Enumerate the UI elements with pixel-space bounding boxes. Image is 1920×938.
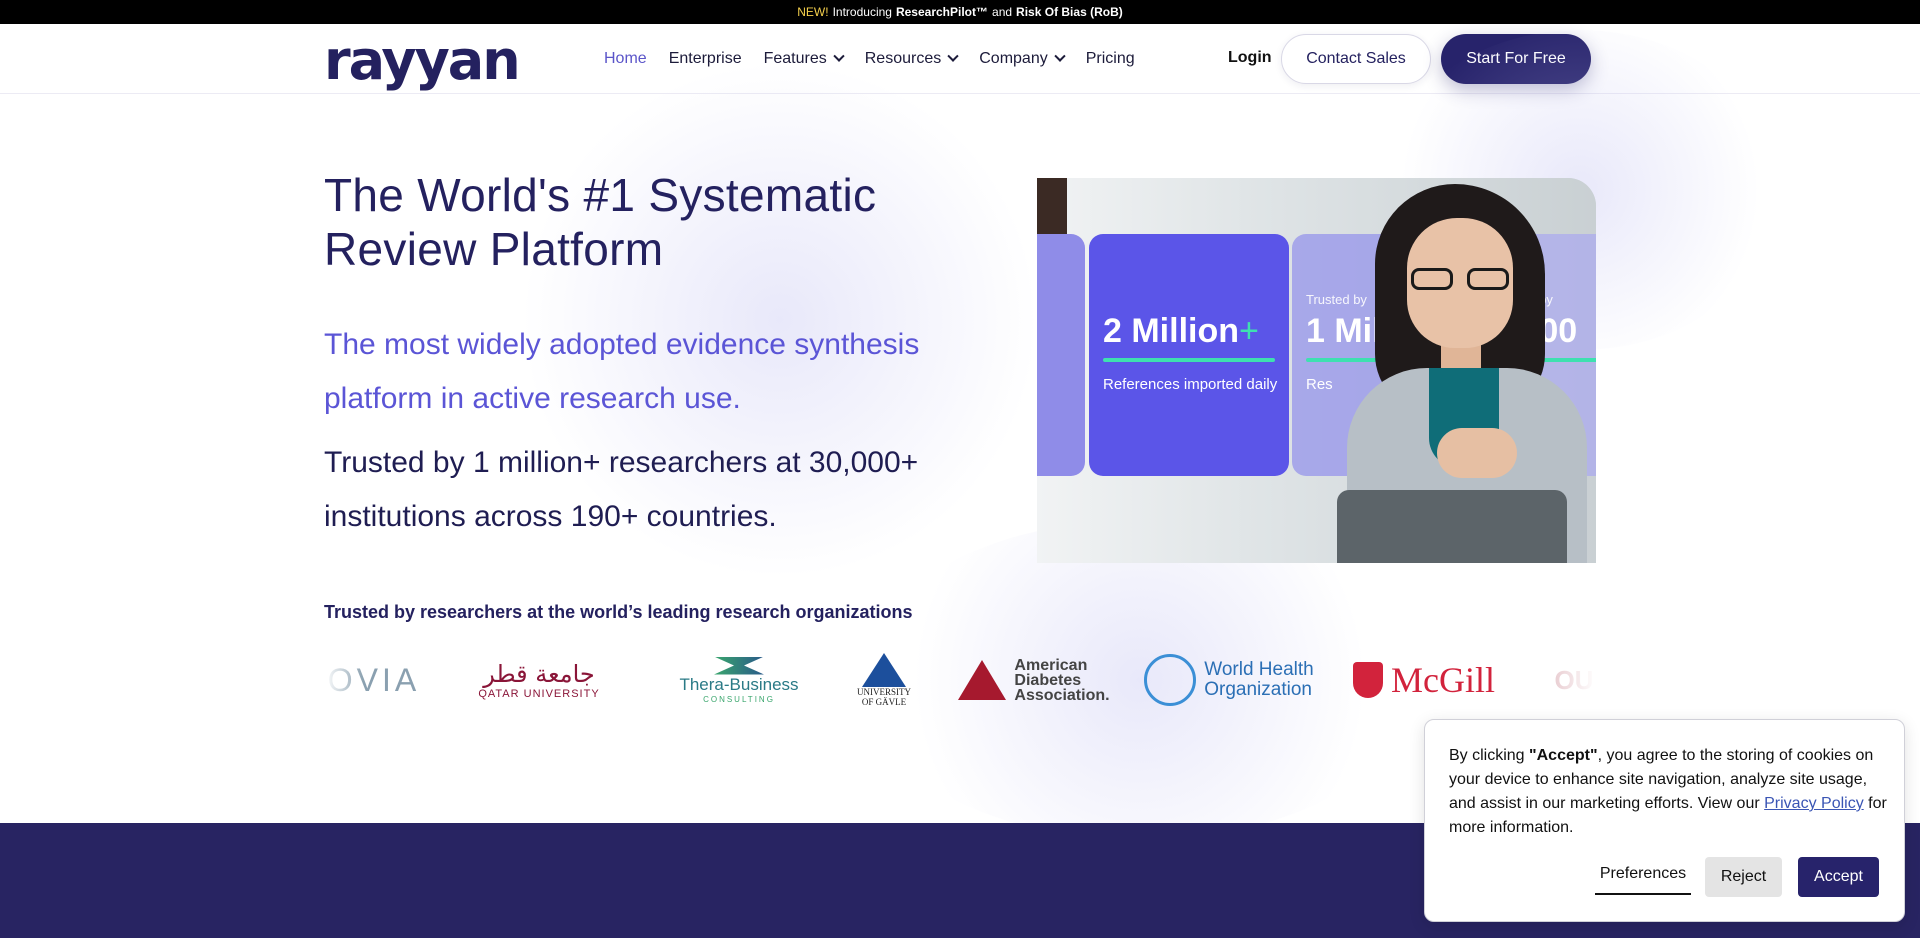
thera-mark-icon [714,656,764,675]
announcement-intro: Introducing [832,5,892,19]
privacy-policy-link[interactable]: Privacy Policy [1764,795,1864,812]
who-line-1: World Health [1204,659,1314,680]
stat-card-value: 2 Million+ [1103,312,1259,351]
nav-features[interactable]: Features [763,50,845,68]
nav-resources[interactable]: Resources [864,50,959,68]
new-label: NEW! [797,5,829,19]
who-text: World Health Organization [1204,660,1313,700]
world-health-organization-logo: World Health Organization [1144,640,1314,720]
laptop-icon [1337,490,1567,563]
stat-card-partial [1037,234,1085,476]
carousel-fade-right [1536,640,1596,720]
nav-pricing-label: Pricing [1085,50,1135,67]
nav-pricing[interactable]: Pricing [1086,50,1135,68]
who-globe-icon [1144,654,1197,706]
ada-line-2: Diabetes [1014,671,1082,689]
cookie-text-before: By clicking [1449,747,1530,764]
ada-line-1: American [1014,656,1088,674]
rayyan-logo[interactable]: rayyan [324,34,521,88]
who-line-2: Organization [1204,679,1312,700]
chevron-down-icon [833,50,845,62]
main-nav: Home Enterprise Features Resources Compa… [604,24,1135,94]
hero-image: 2 Million+ References imported daily Tru… [1037,178,1596,563]
gavle-mark-icon [862,653,906,687]
hero-title: The World's #1 Systematic Review Platfor… [324,169,877,275]
mcgill-name: McGill [1391,660,1495,700]
announcement-product-1: ResearchPilot™ [895,5,989,19]
ada-text: American Diabetes Association. [1014,656,1110,704]
carousel-fade-left [324,640,364,720]
cookie-accept-quote: "Accept" [1529,747,1598,764]
american-diabetes-association-logo: American Diabetes Association. [954,640,1114,720]
researcher-photo [1337,178,1596,563]
site-header: rayyan Home Enterprise Features Resource… [0,24,1920,94]
start-for-free-button[interactable]: Start For Free [1441,34,1591,84]
nav-home-label: Home [604,50,647,67]
ada-line-3: Association. [1014,686,1110,704]
thera-sub: CONSULTING [703,694,775,704]
chevron-down-icon [1054,50,1066,62]
thera-business-logo: Thera-Business CONSULTING [674,640,804,720]
announcement-and: and [992,5,1013,19]
thera-name: Thera-Business [679,674,799,694]
cookie-consent-dialog: By clicking "Accept", you agree to the s… [1424,719,1905,922]
cookie-message: By clicking "Accept", you agree to the s… [1449,744,1889,840]
nav-features-label: Features [763,50,827,67]
stat-card-underline [1103,358,1275,362]
nav-enterprise-label: Enterprise [668,50,742,67]
nav-resources-label: Resources [864,50,942,67]
stat-card-references: 2 Million+ References imported daily [1089,234,1289,476]
qatar-university-logo: جامعة قطر QATAR UNIVERSITY [454,640,624,720]
chevron-down-icon [947,50,959,62]
stat-card-desc: Res [1306,376,1333,393]
stat-card-number: 2 Million [1103,312,1239,350]
nav-enterprise[interactable]: Enterprise [669,50,742,68]
trusted-heading: Trusted by researchers at the world’s le… [324,602,913,622]
qatar-english-name: QATAR UNIVERSITY [478,688,600,700]
hero-subtitle: The most widely adopted evidence synthes… [324,328,920,415]
stat-card-desc: References imported daily [1103,376,1278,393]
mcgill-logo: McGill [1344,640,1504,720]
ada-mark-icon [958,660,1007,700]
mcgill-shield-icon [1353,662,1383,698]
gavle-line-1: UNIVERSITY [857,687,911,697]
plus-mark: + [1239,312,1259,350]
nav-company[interactable]: Company [979,50,1066,68]
contact-sales-button[interactable]: Contact Sales [1281,34,1431,84]
gavle-line-2: OF GÄVLE [861,697,907,707]
qatar-arabic-name: جامعة قطر [483,660,595,688]
hero-trust-statement: Trusted by 1 million+ researchers at 30,… [324,446,919,533]
university-of-gavle-logo: UNIVERSITY OF GÄVLE [844,640,924,720]
preferences-button[interactable]: Preferences [1595,855,1691,895]
glasses-icon [1411,268,1511,290]
announcement-bar[interactable]: NEW! Introducing ResearchPilot™ and Risk… [0,0,1920,24]
reject-button[interactable]: Reject [1705,857,1782,897]
nav-home[interactable]: Home [604,50,647,68]
nav-company-label: Company [979,50,1048,67]
accept-button[interactable]: Accept [1798,857,1879,897]
login-link[interactable]: Login [1228,49,1272,67]
announcement-product-2: Risk Of Bias (RoB) [1016,5,1123,19]
partner-logos-carousel: OVIA جامعة قطر QATAR UNIVERSITY Thera-Bu… [324,640,1596,720]
